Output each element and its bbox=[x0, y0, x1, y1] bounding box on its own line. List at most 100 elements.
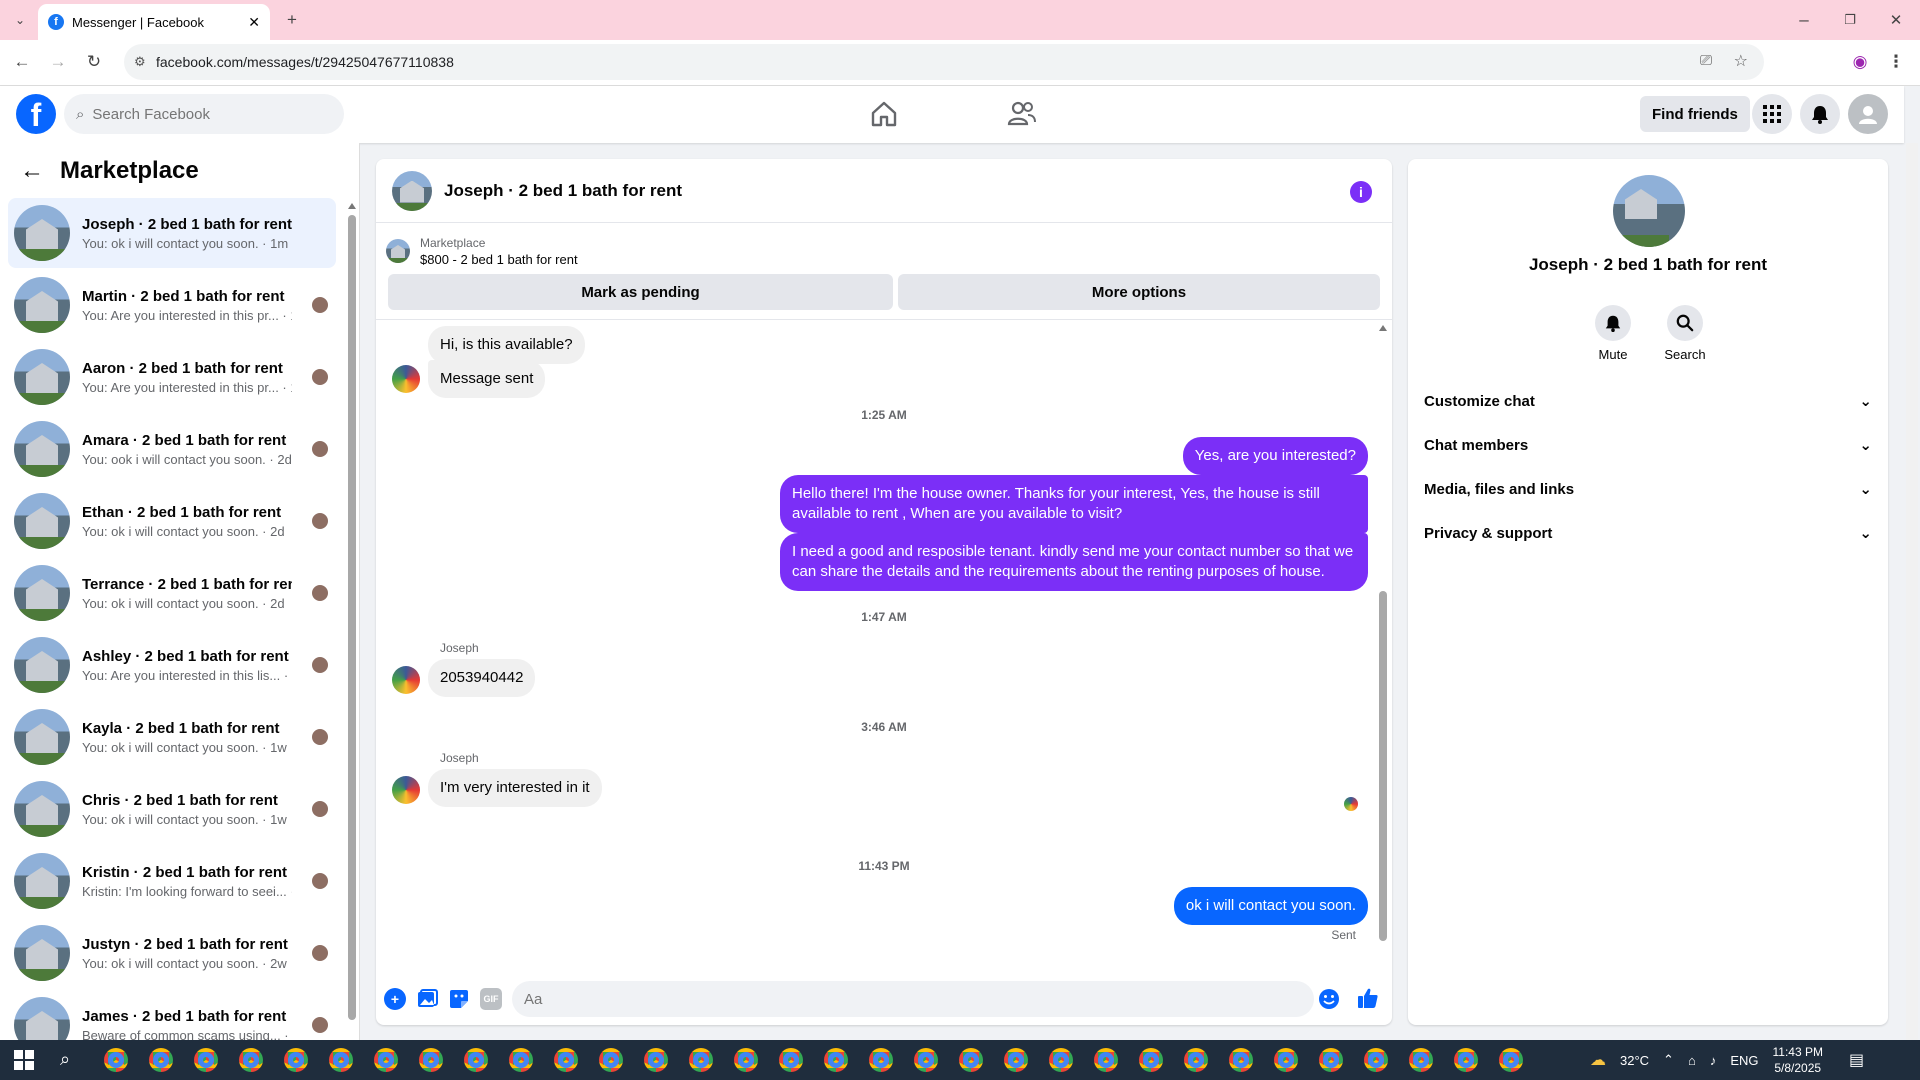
conversation-item[interactable]: Terrance · 2 bed 1 bath for rent You: ok … bbox=[8, 558, 336, 628]
taskbar-app-icon[interactable] bbox=[689, 1048, 713, 1072]
conversation-item[interactable]: Chris · 2 bed 1 bath for rent You: ok i w… bbox=[8, 774, 336, 844]
message-incoming[interactable]: Message sent bbox=[428, 360, 546, 398]
conversation-item[interactable]: Ashley · 2 bed 1 bath for rent You: Are y… bbox=[8, 630, 336, 700]
customize-chat-section[interactable]: Customize chat ⌄ bbox=[1424, 383, 1872, 419]
taskbar-app-icon[interactable] bbox=[1409, 1048, 1433, 1072]
taskbar-app-icon[interactable] bbox=[1499, 1048, 1523, 1072]
media-files-links-section[interactable]: Media, files and links ⌄ bbox=[1424, 471, 1872, 507]
site-info-icon[interactable]: ⚙ bbox=[134, 54, 146, 70]
conversation-item[interactable]: Aaron · 2 bed 1 bath for rent You: Are yo… bbox=[8, 342, 336, 412]
notification-center-icon[interactable]: ▤ bbox=[1849, 1050, 1864, 1070]
taskbar-app-icon[interactable] bbox=[779, 1048, 803, 1072]
message-scrollbar[interactable] bbox=[1379, 325, 1387, 945]
taskbar-app-icon[interactable] bbox=[1004, 1048, 1028, 1072]
taskbar-app-icon[interactable] bbox=[239, 1048, 263, 1072]
message-outgoing[interactable]: Yes, are you interested? bbox=[1182, 437, 1368, 475]
taskbar-app-icon[interactable] bbox=[1319, 1048, 1343, 1072]
taskbar-app-icon[interactable] bbox=[1139, 1048, 1163, 1072]
taskbar-app-icon[interactable] bbox=[914, 1048, 938, 1072]
facebook-search[interactable]: ⌕ bbox=[64, 94, 344, 134]
tray-chevron-icon[interactable]: ⌃ bbox=[1663, 1052, 1674, 1068]
taskbar-app-icon[interactable] bbox=[464, 1048, 488, 1072]
minimize-icon[interactable]: – bbox=[1790, 6, 1818, 34]
tab-close-icon[interactable]: ✕ bbox=[248, 14, 260, 31]
page-scrollbar[interactable] bbox=[1906, 143, 1918, 1040]
chat-header[interactable]: Joseph · 2 bed 1 bath for rent bbox=[376, 159, 1392, 223]
conversation-item[interactable]: Ethan · 2 bed 1 bath for rent You: ok i w… bbox=[8, 486, 336, 556]
conversation-item[interactable]: James · 2 bed 1 bath for rent Beware of c… bbox=[8, 990, 336, 1040]
weather-icon[interactable]: ☁ bbox=[1590, 1050, 1606, 1070]
taskbar-app-icon[interactable] bbox=[329, 1048, 353, 1072]
forward-icon[interactable]: → bbox=[44, 48, 72, 76]
taskbar-app-icon[interactable] bbox=[374, 1048, 398, 1072]
message-incoming[interactable]: 2053940442 bbox=[428, 659, 536, 697]
restore-icon[interactable]: ❐ bbox=[1836, 6, 1864, 34]
taskbar-app-icon[interactable] bbox=[554, 1048, 578, 1072]
mark-as-pending-button[interactable]: Mark as pending bbox=[388, 274, 893, 310]
message-outgoing-last[interactable]: ok i will contact you soon. bbox=[1173, 887, 1368, 925]
taskbar-app-icon[interactable] bbox=[1364, 1048, 1388, 1072]
privacy-support-section[interactable]: Privacy & support ⌄ bbox=[1424, 515, 1872, 551]
taskbar-search-icon[interactable]: ⌕ bbox=[60, 1049, 70, 1070]
reload-icon[interactable]: ↻ bbox=[80, 48, 108, 76]
new-tab-icon[interactable]: + bbox=[278, 6, 306, 34]
find-friends-button[interactable]: Find friends bbox=[1640, 96, 1750, 132]
search-conversation-button[interactable]: Search bbox=[1650, 305, 1720, 362]
back-icon[interactable]: ← bbox=[8, 48, 36, 76]
conversation-item[interactable]: Joseph · 2 bed 1 bath for rent You: ok i … bbox=[8, 198, 336, 268]
notifications-bell-icon[interactable] bbox=[1800, 94, 1840, 134]
taskbar-app-icon[interactable] bbox=[419, 1048, 443, 1072]
taskbar-app-icon[interactable] bbox=[104, 1048, 128, 1072]
menu-grid-icon[interactable] bbox=[1752, 94, 1792, 134]
install-app-icon[interactable]: ⎚ bbox=[1700, 52, 1712, 69]
conversation-item[interactable]: Martin · 2 bed 1 bath for rent You: Are y… bbox=[8, 270, 336, 340]
joseph-avatar[interactable] bbox=[392, 776, 420, 804]
taskbar-app-icon[interactable] bbox=[734, 1048, 758, 1072]
network-icon[interactable]: ⌂ bbox=[1688, 1053, 1696, 1068]
taskbar-clock[interactable]: 11:43 PM 5/8/2025 bbox=[1772, 1044, 1822, 1076]
attach-photo-icon[interactable] bbox=[416, 988, 438, 1014]
tab-search-chevron-icon[interactable]: ⌄ bbox=[6, 6, 34, 34]
taskbar-app-icon[interactable] bbox=[1454, 1048, 1478, 1072]
taskbar-app-icon[interactable] bbox=[509, 1048, 533, 1072]
taskbar-app-icon[interactable] bbox=[959, 1048, 983, 1072]
browser-menu-icon[interactable]: ⋮ bbox=[1882, 48, 1910, 76]
joseph-avatar[interactable] bbox=[392, 365, 420, 393]
volume-icon[interactable]: ♪ bbox=[1710, 1053, 1717, 1068]
taskbar-app-icon[interactable] bbox=[1094, 1048, 1118, 1072]
chat-list-scrollbar[interactable] bbox=[348, 203, 356, 1033]
taskbar-app-icon[interactable] bbox=[149, 1048, 173, 1072]
taskbar-app-icon[interactable] bbox=[1184, 1048, 1208, 1072]
taskbar-app-icon[interactable] bbox=[1049, 1048, 1073, 1072]
chat-title[interactable]: Joseph · 2 bed 1 bath for rent bbox=[444, 181, 682, 201]
mute-button[interactable]: Mute bbox=[1578, 305, 1648, 362]
taskbar-app-icon[interactable] bbox=[1274, 1048, 1298, 1072]
home-icon[interactable] bbox=[868, 98, 900, 130]
chat-listing-avatar[interactable] bbox=[392, 170, 432, 211]
friends-icon[interactable] bbox=[1004, 98, 1038, 130]
language-indicator[interactable]: ENG bbox=[1730, 1053, 1758, 1068]
sticker-icon[interactable] bbox=[448, 988, 470, 1014]
taskbar-app-icon[interactable] bbox=[824, 1048, 848, 1072]
conversation-item[interactable]: Amara · 2 bed 1 bath for rent You: ook i … bbox=[8, 414, 336, 484]
conversation-info-icon[interactable]: i bbox=[1350, 181, 1372, 203]
more-actions-plus-icon[interactable]: + bbox=[384, 988, 406, 1010]
joseph-avatar[interactable] bbox=[392, 666, 420, 694]
account-avatar-icon[interactable] bbox=[1848, 94, 1888, 134]
facebook-search-input[interactable] bbox=[92, 105, 313, 123]
taskbar-app-icon[interactable] bbox=[869, 1048, 893, 1072]
taskbar-app-icon[interactable] bbox=[284, 1048, 308, 1072]
more-options-button[interactable]: More options bbox=[898, 274, 1380, 310]
marketplace-listing-bar[interactable]: Marketplace $800 - 2 bed 1 bath for rent bbox=[386, 231, 1382, 271]
message-incoming[interactable]: Hi, is this available? bbox=[428, 326, 585, 364]
facebook-logo-icon[interactable]: f bbox=[16, 94, 56, 134]
chat-members-section[interactable]: Chat members ⌄ bbox=[1424, 427, 1872, 463]
taskbar-app-icon[interactable] bbox=[194, 1048, 218, 1072]
browser-tab[interactable]: f Messenger | Facebook ✕ bbox=[38, 4, 270, 40]
taskbar-app-icon[interactable] bbox=[644, 1048, 668, 1072]
conversation-item[interactable]: Justyn · 2 bed 1 bath for rent You: ok i … bbox=[8, 918, 336, 988]
like-thumbs-up-icon[interactable] bbox=[1356, 986, 1380, 1014]
message-input[interactable] bbox=[512, 981, 1314, 1017]
gif-icon[interactable]: GIF bbox=[480, 988, 502, 1010]
message-outgoing[interactable]: I need a good and resposible tenant. kin… bbox=[780, 533, 1368, 591]
